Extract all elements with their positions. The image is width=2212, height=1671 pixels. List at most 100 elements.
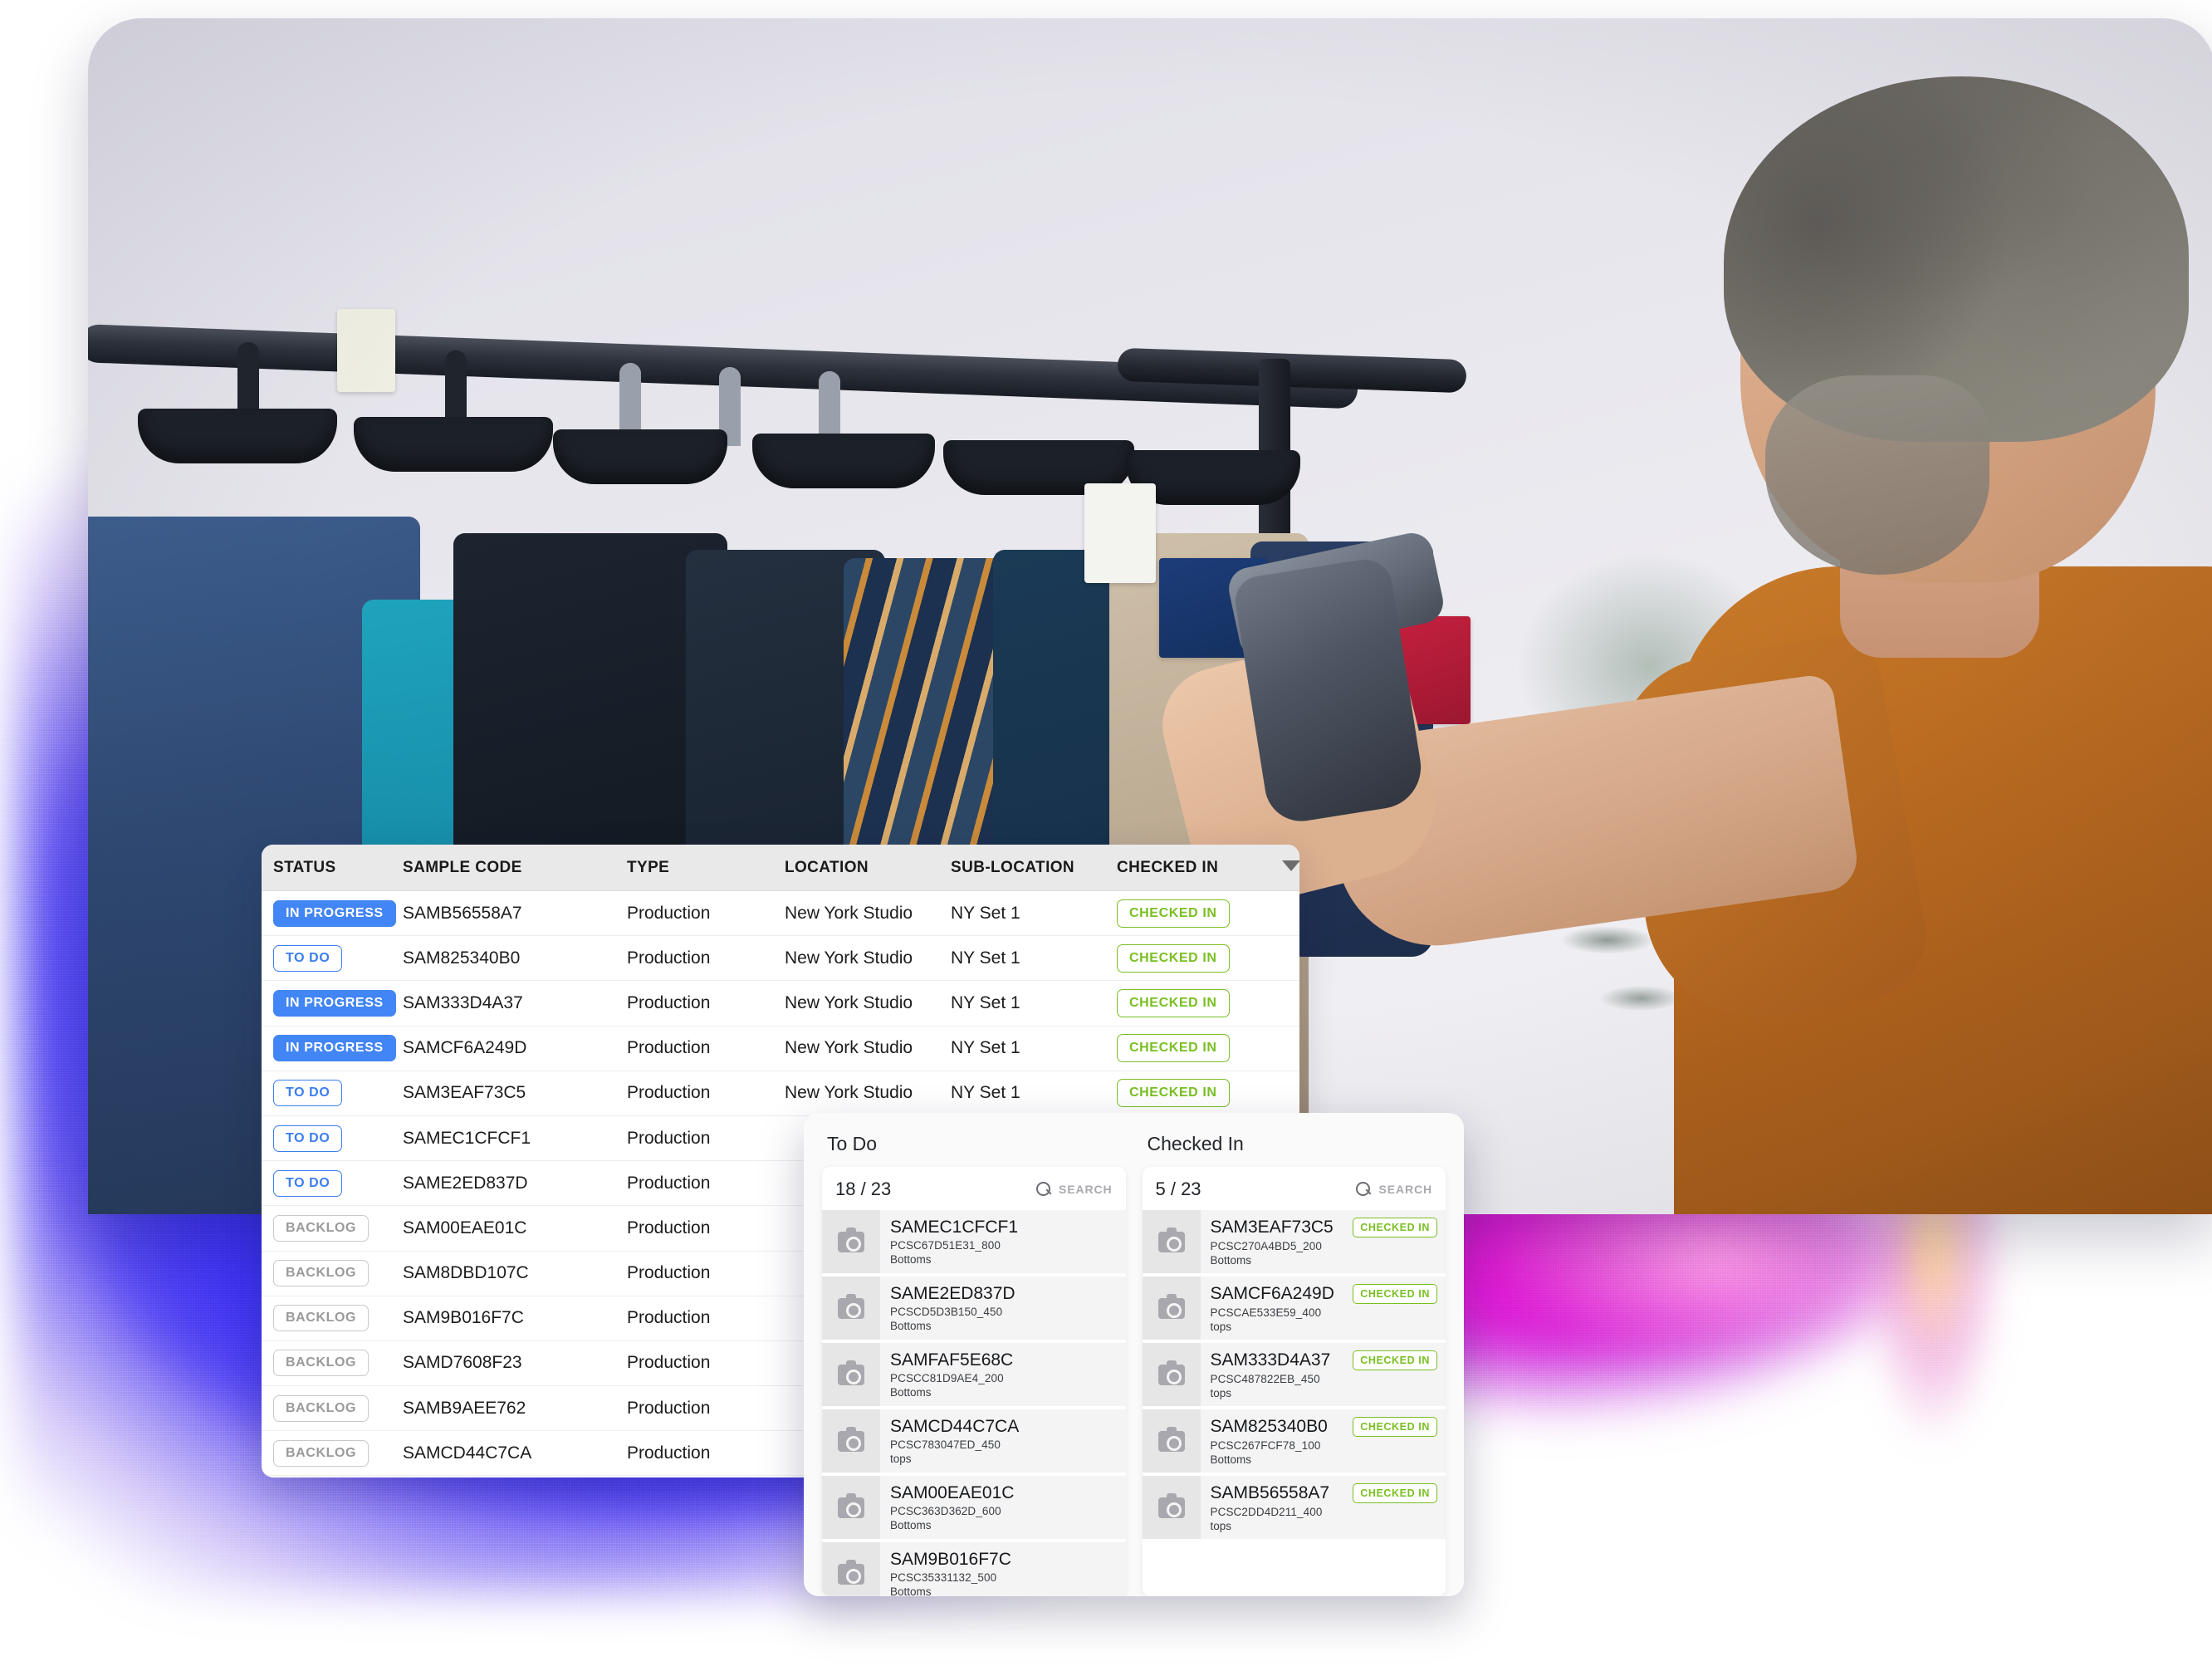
list-item[interactable]: SAM00EAE01C PCSC363D362D_600 Bottoms — [822, 1476, 1126, 1539]
sample-thumbnail — [1142, 1343, 1201, 1406]
status-badge[interactable]: TO DO — [273, 1125, 343, 1152]
search-icon — [1035, 1182, 1051, 1197]
category-label: tops — [1210, 1386, 1232, 1399]
list-item-header: SAM825340B0 CHECKED IN — [1210, 1416, 1437, 1437]
table-row[interactable]: IN PROGRESS SAMB56558A7 Production New York… — [262, 891, 1299, 937]
sort-toggle-button[interactable] — [1275, 860, 1299, 875]
camera-icon — [1157, 1360, 1185, 1385]
list-item[interactable]: SAMFAF5E68C PCSCC81D9AE4_200 Bottoms — [822, 1343, 1126, 1406]
camera-icon — [838, 1293, 864, 1319]
type-cell: Production — [627, 1218, 711, 1237]
sku-label: PCSC270A4BD5_200 — [1210, 1239, 1322, 1252]
column-header-sample-code[interactable]: SAMPLE CODE — [403, 859, 627, 877]
list-item[interactable]: SAMCD44C7CA PCSC783047ED_450 tops — [822, 1409, 1126, 1473]
kanban-column: To Do 18 / 23 SEARCH SAMEC1CFCF1 PCSC67D51E3… — [822, 1128, 1126, 1596]
sub-location-cell: NY Set 1 — [951, 1083, 1020, 1103]
kanban-column-body: 5 / 23 SEARCH SAM3EAF73C5 CHECKED IN PCSC270… — [1142, 1167, 1446, 1596]
sample-code-label: SAMCD44C7CA — [890, 1416, 1020, 1436]
category-label: tops — [1210, 1320, 1232, 1333]
type-cell: Production — [627, 1173, 711, 1193]
sample-code-cell: SAM825340B0 — [403, 948, 521, 968]
column-header-location[interactable]: LOCATION — [785, 859, 951, 877]
list-item[interactable]: SAM3EAF73C5 CHECKED IN PCSC270A4BD5_200 Bot… — [1142, 1210, 1446, 1273]
sample-code-cell: SAMEC1CFCF1 — [403, 1128, 531, 1148]
list-item[interactable]: SAM825340B0 CHECKED IN PCSC267FCF78_100 Bot… — [1142, 1409, 1446, 1473]
table-row[interactable]: TO DO SAM3EAF73C5 Production New York Studi… — [262, 1071, 1299, 1116]
list-item[interactable]: SAMCF6A249D CHECKED IN PCSCAE533E59_400 top… — [1142, 1277, 1446, 1340]
sample-code-label: SAM333D4A37 — [1210, 1350, 1331, 1370]
checked-in-badge[interactable]: CHECKED IN — [1117, 943, 1230, 973]
status-badge[interactable]: TO DO — [273, 944, 343, 972]
category-label: tops — [890, 1453, 912, 1466]
table-row[interactable]: IN PROGRESS SAMCF6A249D Production New York… — [262, 1026, 1299, 1071]
sample-code-cell: SAM9B016F7C — [403, 1308, 524, 1328]
kanban-column-body: 18 / 23 SEARCH SAMEC1CFCF1 PCSC67D51E31_800… — [822, 1167, 1126, 1596]
status-badge[interactable]: BACKLOG — [273, 1260, 369, 1287]
sku-label: PCSCAE533E59_400 — [1210, 1306, 1322, 1319]
status-badge[interactable]: BACKLOG — [273, 1214, 369, 1242]
checked-in-badge[interactable]: CHECKED IN — [1353, 1217, 1437, 1237]
status-cell: BACKLOG — [262, 1305, 403, 1332]
checked-in-badge[interactable]: CHECKED IN — [1353, 1283, 1437, 1304]
table-row[interactable]: IN PROGRESS SAM333D4A37 Production New York… — [262, 981, 1299, 1027]
status-badge[interactable]: TO DO — [273, 1080, 343, 1107]
category-label: tops — [1210, 1519, 1232, 1532]
list-item-body: SAMCD44C7CA PCSC783047ED_450 tops — [880, 1409, 1126, 1473]
sample-code-cell: SAME2ED837D — [403, 1173, 528, 1193]
search-input[interactable]: SEARCH — [1356, 1182, 1432, 1197]
status-badge[interactable]: IN PROGRESS — [273, 989, 396, 1017]
sample-code-label: SAME2ED837D — [890, 1283, 1015, 1303]
checked-in-badge[interactable]: CHECKED IN — [1353, 1482, 1437, 1503]
status-cell: BACKLOG — [262, 1394, 403, 1422]
checked-in-badge[interactable]: CHECKED IN — [1117, 1034, 1230, 1063]
status-badge[interactable]: BACKLOG — [273, 1350, 369, 1377]
category-label: Bottoms — [890, 1253, 932, 1267]
table-row[interactable]: TO DO SAM825340B0 Production New York Studi… — [262, 936, 1299, 982]
sample-thumbnail — [822, 1210, 880, 1273]
checked-in-badge[interactable]: CHECKED IN — [1353, 1350, 1437, 1370]
sample-code-cell: SAMB9AEE762 — [403, 1398, 526, 1418]
status-badge[interactable]: IN PROGRESS — [273, 899, 396, 927]
status-cell: BACKLOG — [262, 1214, 403, 1242]
status-badge[interactable]: BACKLOG — [273, 1394, 369, 1422]
status-cell: BACKLOG — [262, 1350, 403, 1377]
column-header-status[interactable]: STATUS — [262, 859, 403, 877]
category-label: Bottoms — [890, 1320, 932, 1333]
list-item[interactable]: SAMB56558A7 CHECKED IN PCSC2DD4D211_400 top… — [1142, 1476, 1446, 1539]
list-item-header: SAMFAF5E68C — [890, 1350, 1118, 1370]
sample-code-cell: SAM3EAF73C5 — [403, 1083, 526, 1103]
column-header-type[interactable]: TYPE — [627, 859, 785, 877]
sample-thumbnail — [822, 1476, 880, 1539]
checked-in-badge[interactable]: CHECKED IN — [1353, 1416, 1437, 1437]
status-badge[interactable]: TO DO — [273, 1169, 343, 1197]
status-badge[interactable]: BACKLOG — [273, 1305, 369, 1332]
checked-in-badge[interactable]: CHECKED IN — [1117, 899, 1230, 928]
column-header-checked-in[interactable]: CHECKED IN — [1117, 859, 1275, 877]
list-item[interactable]: SAMEC1CFCF1 PCSC67D51E31_800 Bottoms — [822, 1210, 1126, 1273]
camera-icon — [838, 1559, 864, 1585]
status-badge[interactable]: BACKLOG — [273, 1439, 369, 1467]
list-item[interactable]: SAM333D4A37 CHECKED IN PCSC487822EB_450 top… — [1142, 1343, 1446, 1406]
camera-icon — [838, 1360, 864, 1385]
camera-icon — [1157, 1227, 1185, 1252]
kanban-column-title: Checked In — [1147, 1133, 1244, 1154]
search-input[interactable]: SEARCH — [1035, 1182, 1113, 1197]
list-item[interactable]: SAM9B016F7C PCSC35331132_500 Bottoms — [822, 1542, 1126, 1596]
checked-in-cell: CHECKED IN — [1117, 899, 1275, 928]
table-header-row: STATUS SAMPLE CODE TYPE LOCATION SUB-LOC… — [262, 845, 1299, 891]
column-header-sub-location[interactable]: SUB-LOCATION — [951, 859, 1117, 877]
location-cell: New York Studio — [785, 1038, 913, 1058]
category-label: Bottoms — [890, 1386, 932, 1399]
list-item-body: SAM00EAE01C PCSC363D362D_600 Bottoms — [880, 1476, 1126, 1539]
camera-icon — [1157, 1293, 1185, 1319]
status-cell: TO DO — [262, 944, 403, 972]
sample-code-label: SAM825340B0 — [1210, 1416, 1328, 1436]
list-item[interactable]: SAME2ED837D PCSCD5D3B150_450 Bottoms — [822, 1277, 1126, 1340]
checked-in-badge[interactable]: CHECKED IN — [1117, 1079, 1230, 1108]
status-cell: TO DO — [262, 1080, 403, 1107]
category-label: Bottoms — [1210, 1453, 1252, 1466]
kanban-column-header: 18 / 23 SEARCH — [822, 1167, 1126, 1210]
checked-in-badge[interactable]: CHECKED IN — [1117, 988, 1230, 1017]
location-cell: New York Studio — [785, 903, 913, 923]
status-badge[interactable]: IN PROGRESS — [273, 1035, 396, 1062]
